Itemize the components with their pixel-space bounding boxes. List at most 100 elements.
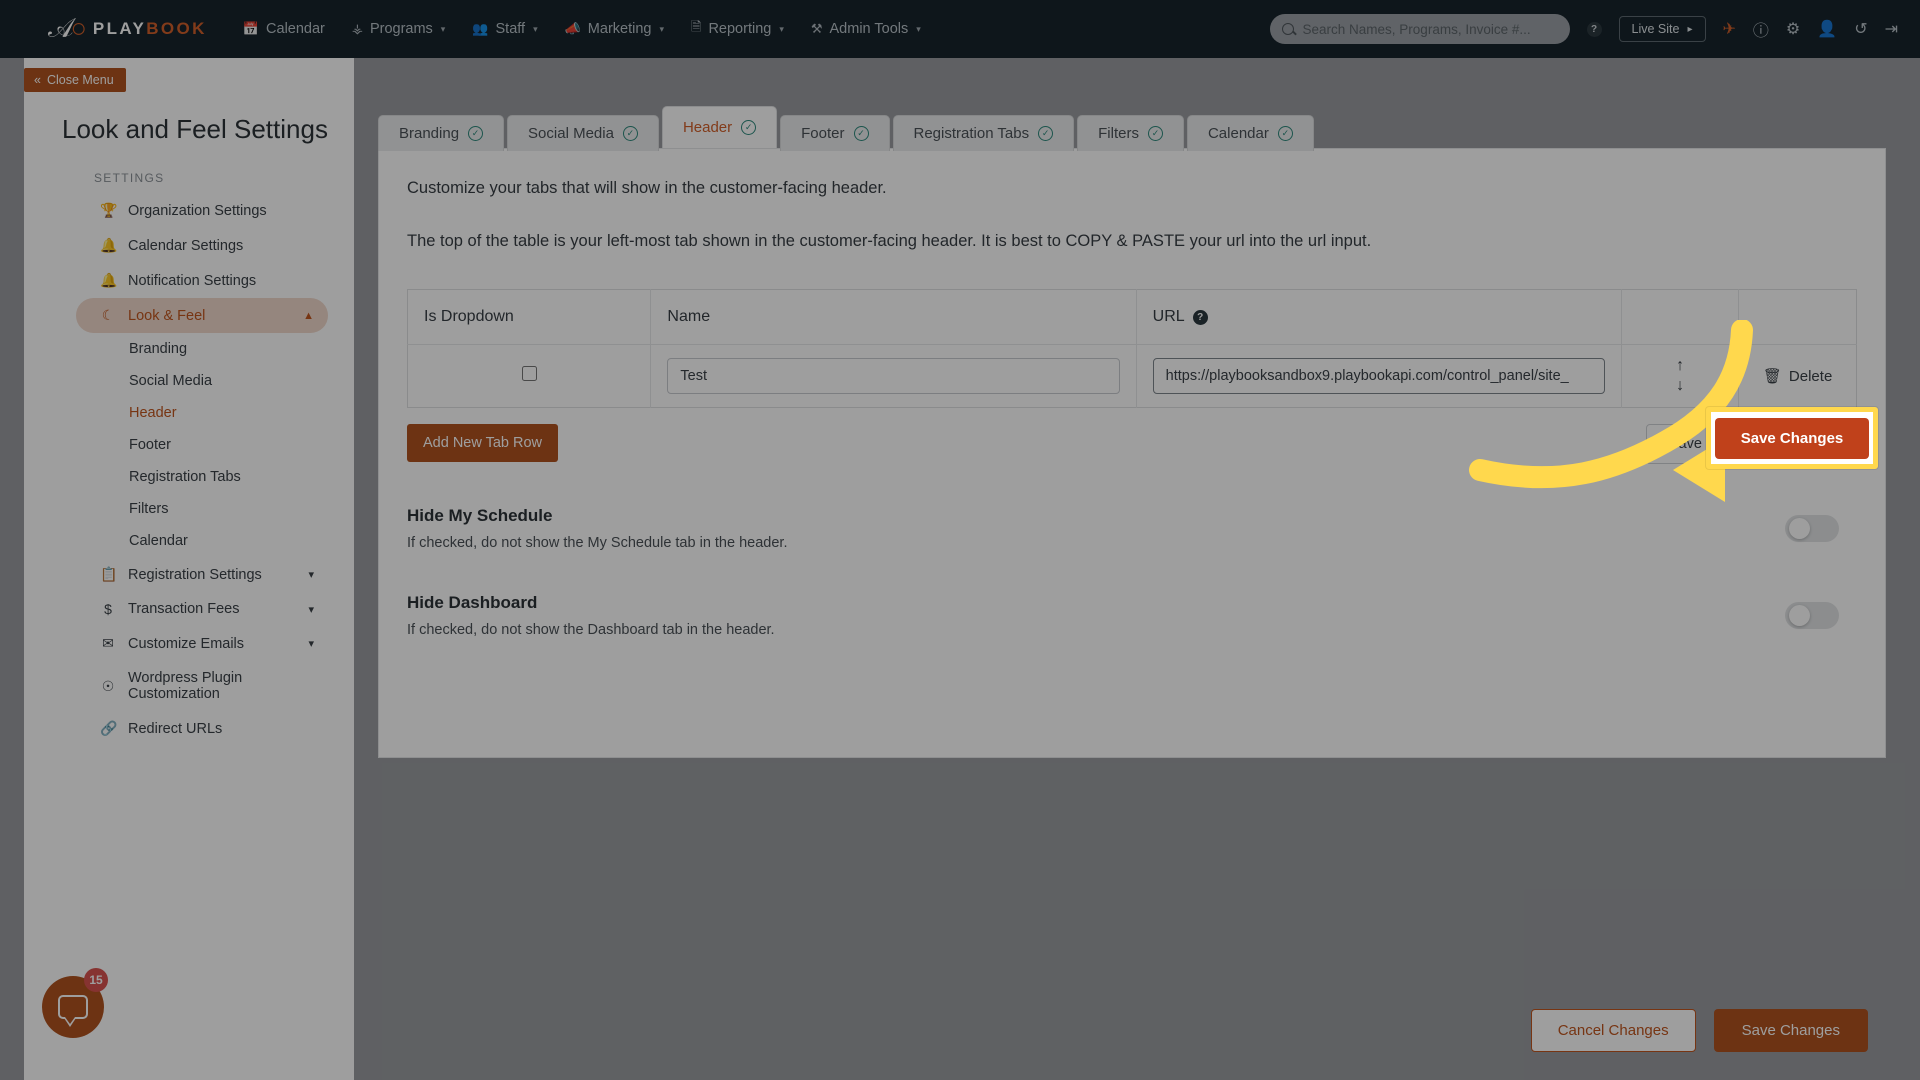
nav-item-reporting[interactable]: 🗎 Reporting ▾ (691, 18, 784, 40)
sidebar-item-organization-settings[interactable]: 🏆 Organization Settings (76, 193, 328, 228)
help-circle-icon[interactable]: ? (1192, 309, 1208, 325)
sidebar-subitem-header[interactable]: Header (129, 397, 354, 429)
sidebar-item-look-and-feel[interactable]: ☾ Look & Feel ▲ (76, 298, 328, 333)
sidebar-subitem-filters[interactable]: Filters (129, 493, 354, 525)
hide-dashboard-toggle[interactable] (1785, 602, 1839, 629)
add-new-tab-row-button[interactable]: Add New Tab Row (407, 424, 559, 462)
chevron-up-icon: ▲ (303, 309, 314, 322)
move-up-arrow-icon[interactable]: ↑ (1676, 357, 1684, 375)
sidebar-item-customize-emails[interactable]: ✉ Customize Emails ▾ (76, 626, 328, 661)
tab-label: Header (682, 119, 733, 136)
sidebar-item-label: Redirect URLs (128, 720, 223, 737)
users-icon: 👥 (472, 21, 489, 36)
column-header-name: Name (650, 289, 1137, 345)
sidebar-subitem-footer[interactable]: Footer (129, 429, 354, 461)
sidebar-subitem-social-media[interactable]: Social Media (129, 365, 354, 397)
is-dropdown-checkbox[interactable] (521, 366, 537, 381)
column-header-delete (1738, 289, 1857, 345)
tab-calendar[interactable]: Calendar ✓ (1186, 115, 1314, 151)
page-title: Look and Feel Settings (62, 114, 328, 144)
tab-url-input[interactable] (1152, 358, 1606, 394)
history-icon[interactable]: ↺ (1854, 19, 1867, 39)
tab-branding[interactable]: Branding ✓ (378, 115, 505, 151)
nav-label: Reporting (708, 21, 772, 37)
hide-dashboard-setting: Hide Dashboard If checked, do not show t… (407, 593, 1857, 638)
toggle-knob (1789, 605, 1810, 626)
save-changes-button[interactable]: Save Changes (1713, 1009, 1868, 1052)
sidebar-item-notification-settings[interactable]: 🔔 Notification Settings (76, 263, 328, 298)
main-nav-items: 📅 Calendar ⚶ Programs ▾ 👥 Staff ▾ 📣 Mark… (243, 18, 921, 40)
delete-row-button[interactable]: 🗑 Delete (1755, 367, 1840, 386)
tab-footer[interactable]: Footer ✓ (780, 115, 890, 151)
live-site-button[interactable]: Live Site ▸ (1618, 16, 1706, 42)
tab-registration-tabs[interactable]: Registration Tabs ✓ (892, 115, 1075, 151)
table-row: ↑ ↓ 🗑 Delete (407, 344, 1857, 408)
column-header-reorder (1621, 289, 1740, 345)
search-help-icon[interactable]: ? (1586, 21, 1602, 37)
hide-dashboard-description: If checked, do not show the Dashboard ta… (407, 622, 775, 638)
logo-mark-icon: 𝒜○ (48, 13, 87, 43)
sidebar-subitem-calendar[interactable]: Calendar (129, 525, 354, 557)
trash-icon: 🗑 (1762, 368, 1782, 385)
nav-item-programs[interactable]: ⚶ Programs ▾ (352, 21, 445, 37)
form-icon: 📋 (100, 566, 118, 582)
cell-url (1136, 344, 1623, 408)
nav-item-admin-tools[interactable]: ⚒ Admin Tools ▾ (811, 21, 921, 37)
hide-dashboard-title: Hide Dashboard (407, 593, 538, 612)
sidebar-item-redirect-urls[interactable]: 🔗 Redirect URLs (76, 711, 328, 746)
rocket-icon[interactable]: ✈ (1723, 19, 1736, 39)
top-nav-right-cluster: ? Live Site ▸ ✈ ⓘ ⚙ 👤 ↺ ⇥ (1269, 0, 1898, 58)
tab-label: Registration Tabs (913, 125, 1030, 142)
column-header-url: URL ? (1136, 289, 1623, 345)
sidebar-item-label: Notification Settings (128, 272, 257, 289)
sidebar: « Close Menu Look and Feel Settings SETT… (24, 58, 354, 1080)
panel-instruction-text: The top of the table is your left-most t… (407, 232, 1372, 250)
chevron-down-icon: ▾ (308, 638, 314, 650)
hide-my-schedule-toggle[interactable] (1785, 515, 1839, 542)
sidebar-item-registration-settings[interactable]: 📋 Registration Settings ▾ (76, 557, 328, 592)
nav-item-marketing[interactable]: 📣 Marketing ▾ (565, 21, 664, 37)
cancel-changes-button[interactable]: Cancel Changes (1530, 1009, 1696, 1052)
nav-item-staff[interactable]: 👥 Staff ▾ (472, 21, 537, 37)
sidebar-subitem-registration-tabs[interactable]: Registration Tabs (129, 461, 354, 493)
tab-name-input[interactable] (667, 358, 1120, 394)
tab-filters[interactable]: Filters ✓ (1077, 115, 1184, 151)
header-tabs-table: Is Dropdown Name URL ? Test https://play… (407, 289, 1857, 408)
close-menu-button[interactable]: « Close Menu (24, 68, 126, 92)
chat-bubble-icon (58, 995, 88, 1027)
sidebar-subitem-branding[interactable]: Branding (129, 333, 354, 365)
nav-item-calendar[interactable]: 📅 Calendar (243, 21, 325, 37)
dollar-icon: $ (104, 601, 112, 617)
panel-lead-text: Customize your tabs that will show in th… (407, 179, 887, 197)
nav-label: Programs (369, 21, 433, 37)
sidebar-item-wordpress-plugin-customization[interactable]: ☉ Wordpress Plugin Customization (76, 661, 328, 711)
sidebar-section-label: SETTINGS (94, 171, 165, 185)
tab-label: Social Media (528, 125, 614, 142)
check-circle-icon: ✓ (622, 126, 638, 141)
nav-label: Staff (495, 21, 526, 37)
tab-social-media[interactable]: Social Media ✓ (507, 115, 659, 151)
chevron-down-icon: ▾ (659, 23, 664, 34)
nav-label: Marketing (587, 21, 652, 37)
cell-delete: 🗑 Delete (1739, 345, 1857, 408)
add-user-icon[interactable]: 👤 (1817, 19, 1837, 39)
chevron-down-icon: ▾ (916, 23, 921, 34)
move-down-arrow-icon[interactable]: ↓ (1676, 377, 1684, 395)
calendar-icon: 📅 (242, 21, 260, 36)
sidebar-item-label: Customize Emails (128, 635, 245, 652)
help-circle-icon[interactable]: ⓘ (1753, 17, 1769, 41)
gear-icon[interactable]: ⚙ (1786, 19, 1800, 39)
close-menu-label: Close Menu (46, 73, 114, 87)
highlighted-save-changes-button[interactable]: Save Changes (1714, 417, 1870, 459)
global-search[interactable] (1269, 14, 1570, 44)
chat-widget-button[interactable]: 15 (42, 968, 108, 1038)
tab-header[interactable]: Header ✓ (661, 106, 778, 148)
app-root: 𝒜○ PLAYBOOK 📅 Calendar ⚶ Programs ▾ 👥 St… (0, 0, 1920, 1080)
playbook-logo[interactable]: 𝒜○ PLAYBOOK (48, 13, 207, 45)
sidebar-item-label: Look & Feel (128, 307, 206, 324)
envelope-icon: ✉ (102, 635, 114, 651)
sidebar-item-calendar-settings[interactable]: 🔔 Calendar Settings (76, 228, 328, 263)
sidebar-item-transaction-fees[interactable]: $ Transaction Fees ▾ (76, 592, 328, 626)
logout-icon[interactable]: ⇥ (1885, 19, 1898, 39)
search-input[interactable] (1302, 21, 1558, 37)
